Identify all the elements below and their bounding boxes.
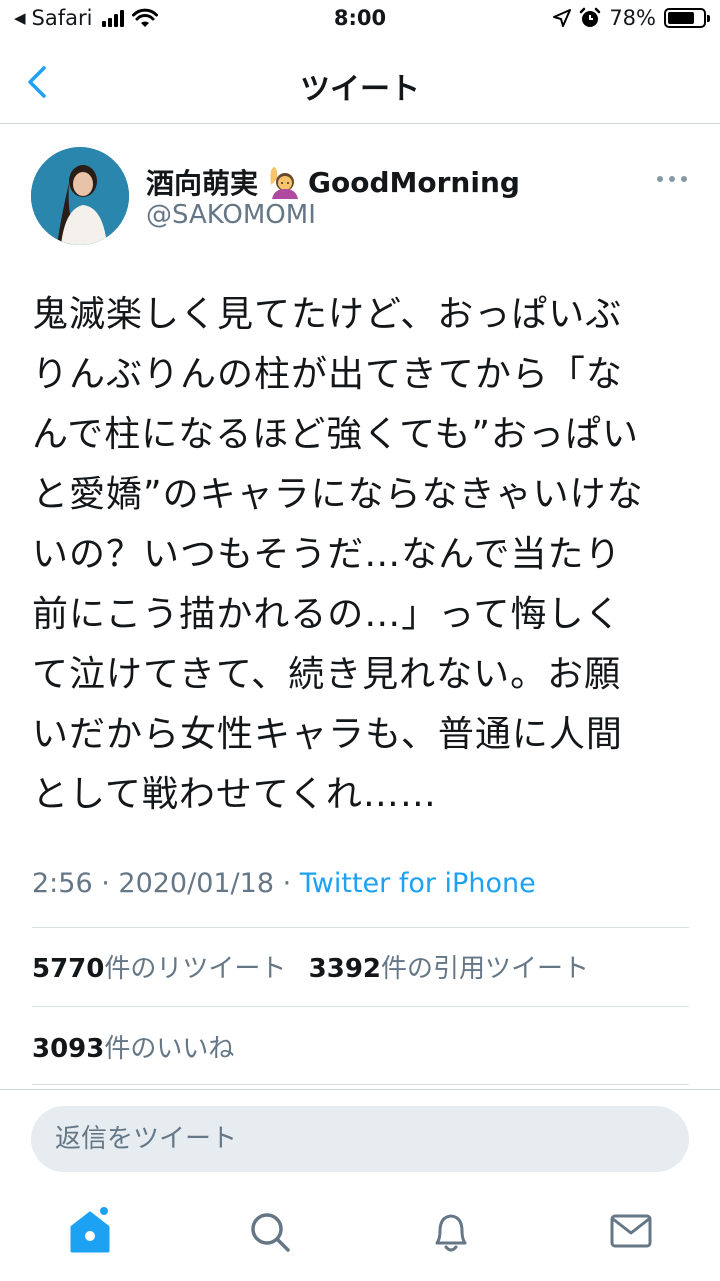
quotes-stat[interactable]: 3392件の引用ツイート xyxy=(309,954,589,984)
tweet-line: として戦わせてくれ…… xyxy=(32,774,437,815)
tweet-line: 前にこう描かれるの…」って悔しく xyxy=(32,594,622,635)
status-right: 78% xyxy=(553,6,710,30)
person-raising-hand-emoji-icon xyxy=(270,167,299,199)
retweets-count: 5770 xyxy=(32,954,105,984)
tweet-meta: 2:56 · 2020/01/18 · Twitter for iPhone xyxy=(32,868,536,899)
battery-icon xyxy=(664,8,710,28)
notifications-bell-icon[interactable] xyxy=(427,1205,475,1257)
tweet-line: と愛嬌”のキャラにならなきゃいけな xyxy=(32,474,644,515)
tweet-line: りんぶりんの柱が出てきてから「な xyxy=(32,354,623,395)
tweet-line: んで柱になるほど強くても”おっぱい xyxy=(32,414,639,455)
tweet-line: いの？いつもそうだ…なんで当たり xyxy=(32,534,622,575)
quotes-label: 件の引用ツイート xyxy=(381,954,590,984)
meta-separator: · xyxy=(274,868,300,899)
retweets-label: 件のリツイート xyxy=(104,954,287,984)
likes-count: 3093 xyxy=(32,1034,105,1064)
author-display-name[interactable]: 酒向萌実 GoodMorning xyxy=(146,162,520,202)
alarm-icon xyxy=(580,7,601,27)
likes-label: 件のいいね xyxy=(104,1034,235,1064)
divider xyxy=(32,1084,689,1085)
tweet-time: 2:56 xyxy=(32,868,93,899)
navigation-bar: ツイート xyxy=(0,40,720,124)
author-name: 酒向萌実 xyxy=(146,167,259,200)
retweets-stat[interactable]: 5770件のリツイート xyxy=(32,954,286,984)
status-bar: ◀ Safari 8:00 78% xyxy=(0,0,720,40)
messages-envelope-icon[interactable] xyxy=(607,1205,655,1257)
quotes-count: 3392 xyxy=(308,954,382,984)
avatar[interactable] xyxy=(31,147,129,245)
tweet-text: 鬼滅楽しく見てたけど、おっぱいぶ りんぶりんの柱が出てきてから「な んで柱になる… xyxy=(32,285,692,825)
more-icon[interactable] xyxy=(654,164,690,194)
page-title: ツイート xyxy=(300,72,420,107)
retweet-stats-row: 5770件のリツイート 3392件の引用ツイート xyxy=(32,948,589,985)
battery-percent: 78% xyxy=(609,6,656,30)
likes-stat[interactable]: 3093件のいいね xyxy=(32,1028,234,1065)
tweet-date: 2020/01/18 xyxy=(118,868,275,899)
battery-level xyxy=(668,12,694,24)
location-arrow-icon xyxy=(553,9,572,27)
divider xyxy=(32,927,689,928)
tweet-source-link[interactable]: Twitter for iPhone xyxy=(300,868,536,899)
meta-separator: · xyxy=(92,868,119,899)
tweet-line: て泣けてきて、続き見れない。お願 xyxy=(32,654,622,695)
tweet-line: 鬼滅楽しく見てたけど、おっぱいぶ xyxy=(32,294,623,335)
tweet-line: いだから女性キャラも、普通に人間 xyxy=(32,714,623,755)
author-handle[interactable]: @SAKOMOMI xyxy=(146,200,316,230)
home-icon[interactable] xyxy=(66,1205,114,1257)
reply-input[interactable]: 返信をツイート xyxy=(31,1106,689,1172)
divider xyxy=(32,1006,689,1007)
author-name-suffix: GoodMorning xyxy=(308,165,520,199)
search-icon[interactable] xyxy=(246,1205,294,1257)
